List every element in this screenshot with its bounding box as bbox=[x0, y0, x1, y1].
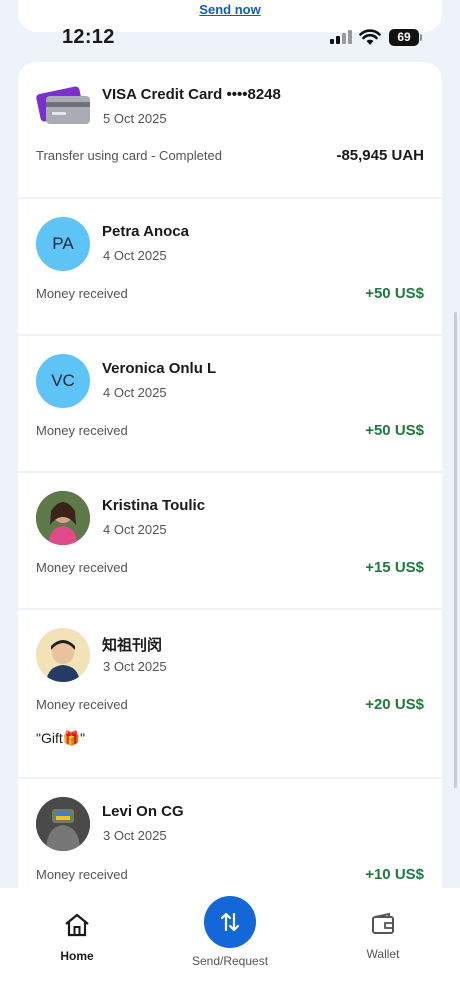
transaction-description: Transfer using card - Completed bbox=[36, 148, 222, 163]
nav-home-label: Home bbox=[60, 949, 94, 963]
transaction-list: VISA Credit Card ••••8248 5 Oct 2025 Tra… bbox=[18, 62, 442, 888]
transaction-item[interactable]: VISA Credit Card ••••8248 5 Oct 2025 Tra… bbox=[18, 62, 442, 197]
transaction-amount: +20 US$ bbox=[365, 696, 424, 713]
credit-card-icon bbox=[36, 86, 90, 124]
nav-send-request-label: Send/Request bbox=[191, 954, 269, 968]
status-time: 12:12 bbox=[62, 26, 115, 48]
transaction-amount: +15 US$ bbox=[365, 559, 424, 576]
avatar bbox=[36, 628, 90, 682]
transaction-amount: +50 US$ bbox=[365, 285, 424, 302]
transaction-date: 3 Oct 2025 bbox=[103, 659, 167, 674]
transaction-name: Levi On CG bbox=[102, 803, 184, 820]
transaction-name: 知祖刊闵 bbox=[102, 637, 163, 654]
battery-icon: 69 bbox=[389, 29, 422, 46]
transaction-name: Veronica Onlu L bbox=[102, 360, 217, 377]
nav-send-request[interactable]: Send/Request bbox=[180, 896, 280, 968]
transaction-amount: +50 US$ bbox=[365, 422, 424, 439]
transaction-description: Money received bbox=[36, 867, 128, 882]
transaction-description: Money received bbox=[36, 423, 128, 438]
transaction-item[interactable]: Kristina Toulic 4 Oct 2025 Money receive… bbox=[18, 473, 442, 608]
transaction-name: VISA Credit Card ••••8248 bbox=[102, 86, 281, 103]
transaction-date: 4 Oct 2025 bbox=[103, 522, 167, 537]
nav-home[interactable]: Home bbox=[46, 912, 108, 963]
transaction-item[interactable]: PA Petra Anoca 4 Oct 2025 Money received… bbox=[18, 199, 442, 334]
cellular-signal-icon bbox=[330, 30, 352, 44]
avatar: VC bbox=[36, 354, 90, 408]
transaction-date: 3 Oct 2025 bbox=[103, 828, 167, 843]
transaction-item[interactable]: VC Veronica Onlu L 4 Oct 2025 Money rece… bbox=[18, 336, 442, 471]
wifi-icon bbox=[359, 29, 381, 45]
nav-wallet-label: Wallet bbox=[366, 947, 400, 961]
transaction-item[interactable]: Levi On CG 3 Oct 2025 Money received +10… bbox=[18, 779, 442, 888]
wallet-icon bbox=[372, 912, 394, 934]
transaction-description: Money received bbox=[36, 560, 128, 575]
bottom-nav: Home Send/Request Wallet bbox=[0, 888, 460, 1000]
transaction-amount: +10 US$ bbox=[365, 866, 424, 883]
nav-wallet[interactable]: Wallet bbox=[352, 912, 414, 961]
scrollbar[interactable] bbox=[454, 312, 457, 788]
swap-arrows-icon bbox=[220, 912, 240, 932]
avatar: PA bbox=[36, 217, 90, 271]
transaction-date: 4 Oct 2025 bbox=[103, 248, 167, 263]
transaction-item[interactable]: 知祖刊闵 3 Oct 2025 Money received +20 US$ "… bbox=[18, 610, 442, 777]
send-request-button[interactable] bbox=[204, 896, 256, 948]
home-icon bbox=[65, 913, 89, 937]
transaction-description: Money received bbox=[36, 697, 128, 712]
transaction-description: Money received bbox=[36, 286, 128, 301]
transaction-name: Kristina Toulic bbox=[102, 497, 206, 514]
status-bar: 12:12 69 bbox=[0, 24, 460, 54]
transaction-date: 4 Oct 2025 bbox=[103, 385, 167, 400]
transaction-name: Petra Anoca bbox=[102, 223, 189, 240]
avatar bbox=[36, 491, 90, 545]
avatar bbox=[36, 797, 90, 851]
transaction-date: 5 Oct 2025 bbox=[103, 111, 167, 126]
transaction-note: "Gift🎁" bbox=[36, 730, 86, 746]
send-now-link[interactable]: Send now bbox=[18, 2, 442, 17]
transaction-amount: -85,945 UAH bbox=[336, 147, 424, 164]
